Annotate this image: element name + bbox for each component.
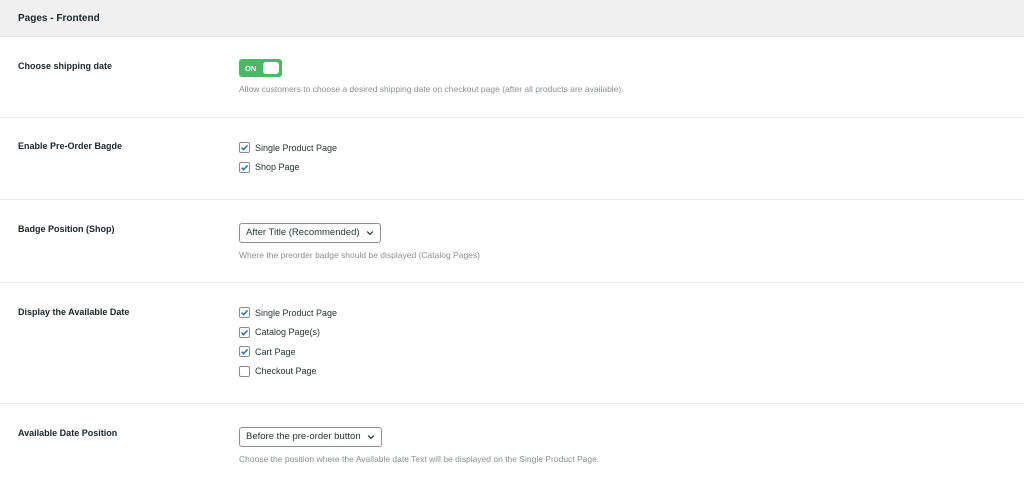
checkbox-option[interactable]: Shop Page — [239, 158, 337, 178]
checkbox[interactable] — [239, 161, 250, 173]
shipping-date-label: Choose shipping date — [18, 61, 113, 71]
checkmark-icon — [241, 349, 249, 355]
badge-position-selected: After Title (Recommended) — [246, 227, 360, 238]
checkbox-label: Checkout Page — [255, 366, 317, 377]
shipping-date-row: Choose shipping date ON Allow customers … — [0, 37, 1024, 118]
badge-position-label: Badge Position (Shop) — [18, 224, 115, 234]
checkbox-label: Shop Page — [255, 162, 300, 173]
date-position-row: Available Date Position Before the pre-o… — [0, 404, 1024, 477]
shipping-date-toggle[interactable]: ON — [239, 59, 282, 77]
badge-position-description: Where the preorder badge should be displ… — [239, 249, 480, 260]
checkbox-label: Catalog Page(s) — [255, 327, 321, 338]
date-position-selected: Before the pre-order button — [246, 431, 361, 442]
preorder-badge-options: Single Product Page Shop Page — [239, 138, 337, 177]
checkbox[interactable] — [239, 142, 250, 154]
shipping-date-description: Allow customers to choose a desired ship… — [239, 84, 624, 94]
date-position-select[interactable]: Before the pre-order button — [239, 426, 382, 447]
checkbox-option[interactable]: Single Product Page — [239, 303, 337, 323]
preorder-badge-row: Enable Pre-Order Bagde Single Product Pa… — [0, 118, 1024, 200]
date-position-label: Available Date Position — [18, 428, 118, 438]
checkbox-label: Single Product Page — [255, 307, 338, 318]
badge-position-row: Badge Position (Shop) After Title (Recom… — [0, 200, 1024, 283]
checkbox[interactable] — [239, 307, 250, 319]
chevron-down-icon — [367, 434, 374, 439]
section-title: Pages - Frontend — [0, 0, 1024, 37]
available-date-label: Display the Available Date — [18, 307, 130, 317]
date-position-description: Choose the position where the Available … — [239, 453, 600, 464]
checkbox[interactable] — [239, 326, 250, 338]
preorder-badge-label: Enable Pre-Order Bagde — [18, 141, 123, 151]
checkmark-icon — [241, 145, 249, 151]
badge-position-select[interactable]: After Title (Recommended) — [239, 222, 381, 243]
chevron-down-icon — [366, 230, 373, 235]
checkbox-option[interactable]: Cart Page — [239, 342, 337, 362]
toggle-state-text: ON — [245, 63, 257, 73]
toggle-knob — [263, 62, 279, 74]
checkbox[interactable] — [239, 365, 250, 377]
checkbox-option[interactable]: Single Product Page — [239, 138, 337, 158]
available-date-row: Display the Available Date Single Produc… — [0, 283, 1024, 404]
checkbox-option[interactable]: Catalog Page(s) — [239, 323, 337, 343]
checkmark-icon — [241, 329, 249, 336]
checkbox-option[interactable]: Checkout Page — [239, 362, 337, 382]
checkmark-icon — [241, 310, 249, 316]
checkmark-icon — [241, 164, 249, 171]
checkbox[interactable] — [239, 346, 250, 358]
checkbox-label: Cart Page — [255, 346, 296, 357]
available-date-options: Single Product Page Catalog Page(s) Cart P… — [239, 303, 337, 381]
checkbox-label: Single Product Page — [255, 142, 338, 153]
